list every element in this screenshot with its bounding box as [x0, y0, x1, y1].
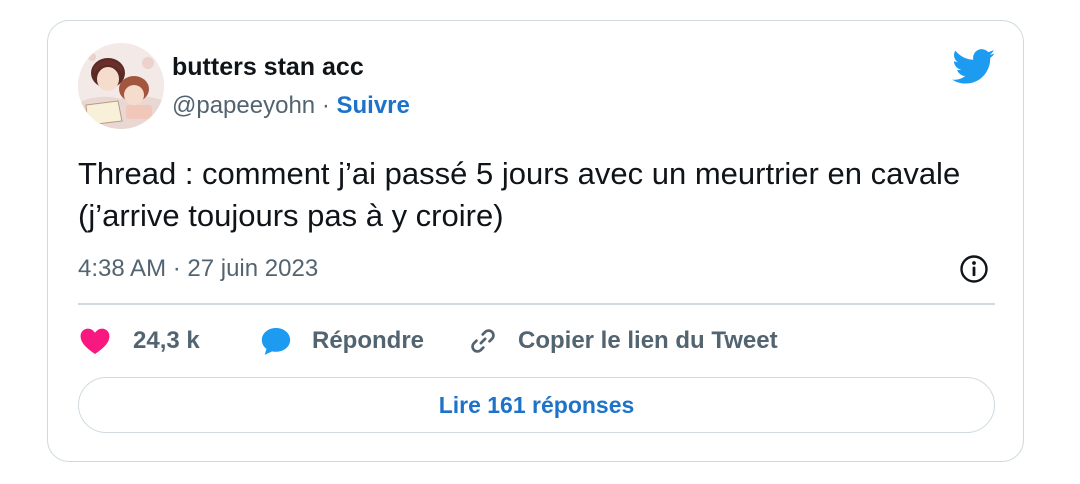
avatar-illustration — [78, 43, 164, 129]
like-count: 24,3 k — [133, 327, 200, 354]
handle-row: @papeeyohn · Suivre — [172, 92, 410, 120]
read-replies-button[interactable]: Lire 161 réponses — [78, 377, 995, 433]
speech-bubble-icon — [261, 327, 291, 355]
separator: · — [315, 92, 337, 119]
reply-button[interactable]: Répondre — [259, 321, 424, 361]
read-replies-label: Lire 161 réponses — [438, 391, 635, 418]
link-icon — [471, 329, 495, 353]
tweet-timestamp[interactable]: 4:38 AM · 27 juin 2023 — [78, 255, 318, 283]
reply-label: Répondre — [312, 327, 425, 354]
tweet-text: Thread : comment j’ai passé 5 jours avec… — [78, 156, 961, 233]
author-name[interactable]: butters stan acc — [172, 53, 364, 82]
follow-button[interactable]: Suivre — [336, 92, 409, 119]
copy-link-label: Copier le lien du Tweet — [518, 327, 778, 354]
action-bar: 24,3 k Répondre Copier le lien du Tweet — [78, 321, 995, 361]
twitter-bird-icon[interactable] — [952, 49, 996, 85]
tweet-card: butters stan acc @papeeyohn · Suivre Thr… — [47, 20, 1024, 462]
divider — [78, 303, 995, 305]
like-button[interactable]: 24,3 k — [78, 321, 200, 361]
author-handle[interactable]: @papeeyohn — [172, 92, 315, 119]
avatar[interactable] — [78, 43, 164, 129]
copy-link-button[interactable]: Copier le lien du Tweet — [466, 321, 778, 361]
info-icon[interactable] — [958, 253, 990, 285]
heart-icon — [80, 328, 110, 355]
